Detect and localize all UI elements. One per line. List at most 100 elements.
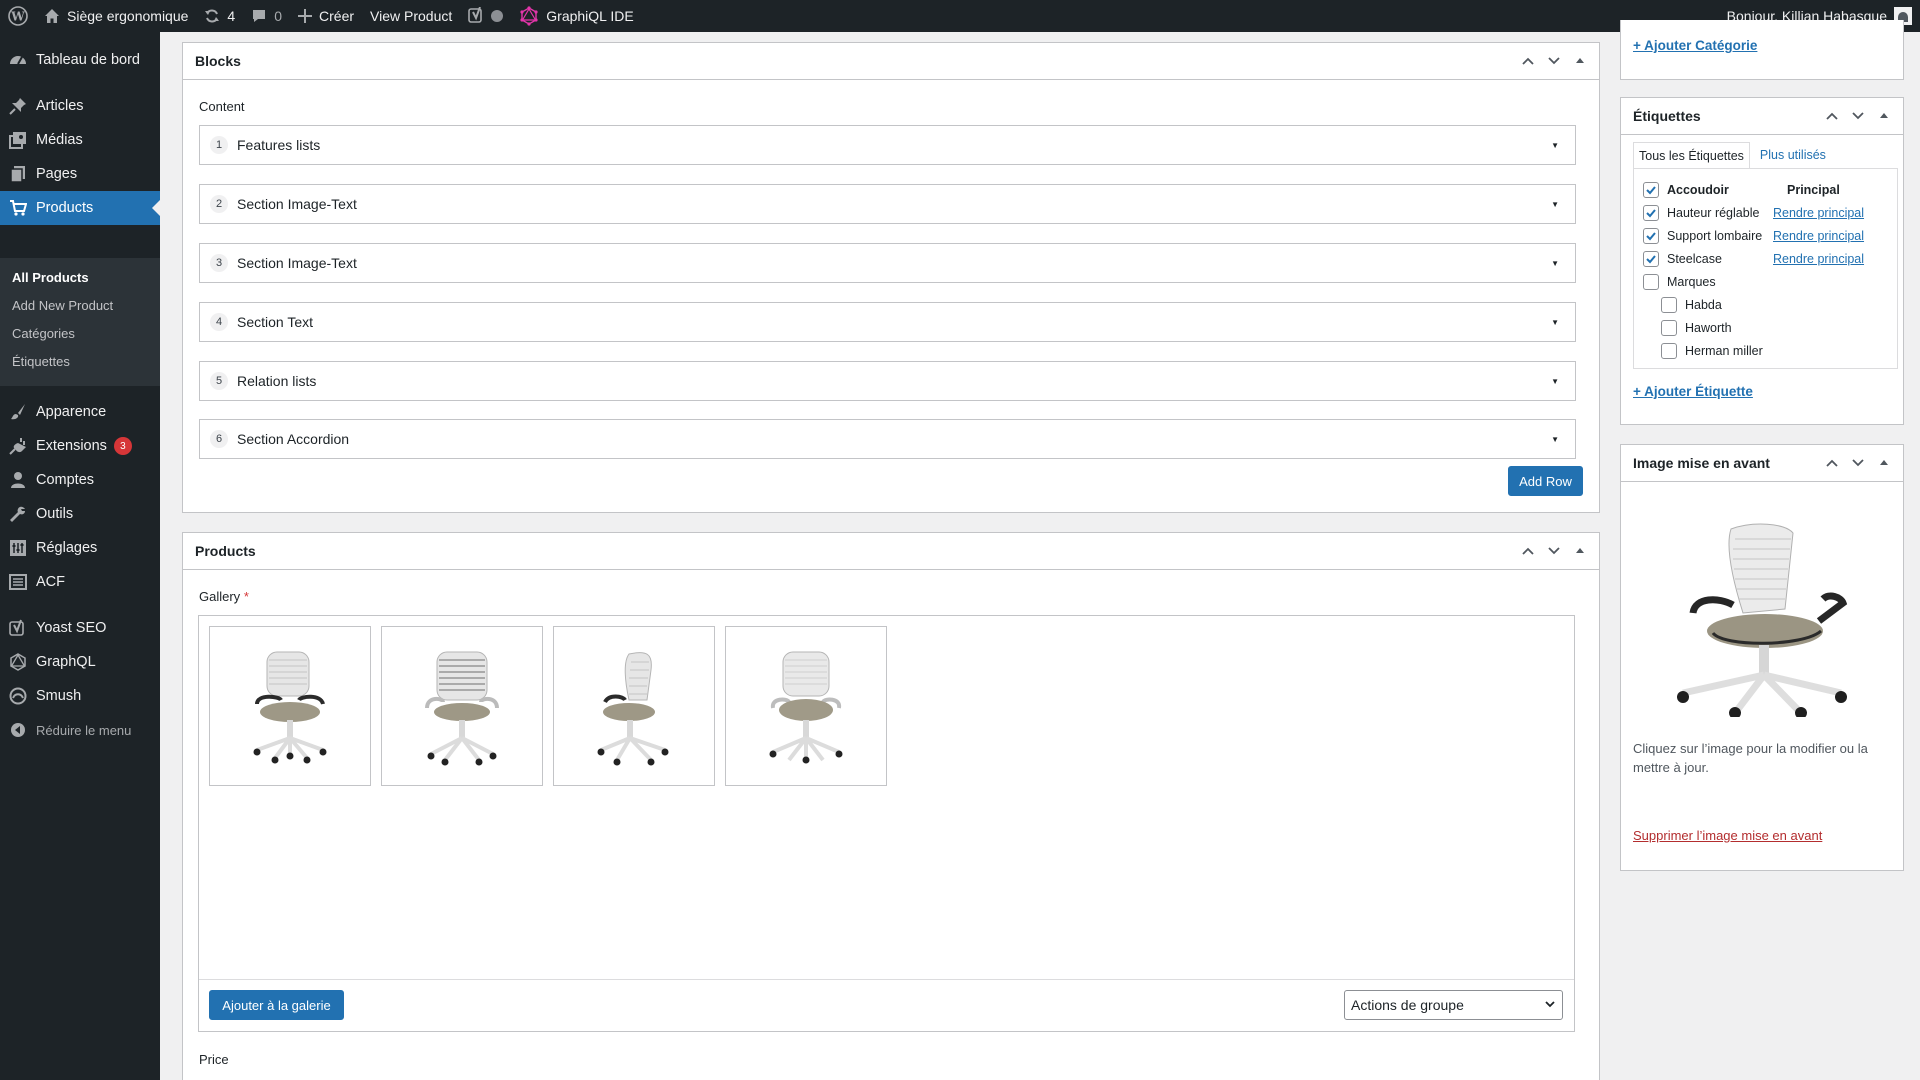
layout-row[interactable]: 5 Relation lists ▼: [199, 361, 1576, 401]
menu-smush[interactable]: Smush: [0, 679, 160, 713]
menu-appearance[interactable]: Apparence: [0, 395, 160, 429]
menu-graphql[interactable]: GraphQL: [0, 645, 160, 679]
yoast-icon: [0, 619, 36, 637]
layout-row[interactable]: 1 Features lists ▼: [199, 125, 1576, 165]
move-down-icon[interactable]: [1845, 450, 1871, 476]
move-up-icon[interactable]: [1819, 450, 1845, 476]
tab-all-tags[interactable]: Tous les Étiquettes: [1633, 142, 1750, 169]
layout-row[interactable]: 6 Section Accordion ▼: [199, 419, 1576, 459]
site-name-link[interactable]: Siège ergonomique: [36, 0, 196, 32]
brush-icon: [0, 403, 36, 421]
blocks-postbox: Blocks Content 1 Features lists ▼ 2 Sect…: [182, 42, 1600, 513]
tag-checkbox[interactable]: [1643, 274, 1659, 290]
make-primary-link[interactable]: Rendre principal: [1773, 206, 1864, 220]
yoast-menu[interactable]: [460, 0, 511, 32]
move-up-icon[interactable]: [1515, 48, 1541, 74]
add-category-link[interactable]: + Ajouter Catégorie: [1633, 38, 1757, 53]
make-primary-link[interactable]: Rendre principal: [1773, 229, 1864, 243]
gallery-field: Ajouter à la galerie Actions de groupe: [198, 615, 1575, 1032]
menu-tools[interactable]: Outils: [0, 497, 160, 531]
comments-link[interactable]: 0: [243, 0, 290, 32]
view-product-link[interactable]: View Product: [362, 0, 460, 32]
tags-header: Étiquettes: [1621, 98, 1903, 135]
menu-plugins[interactable]: Extensions 3: [0, 429, 160, 463]
gallery-image[interactable]: [381, 626, 543, 786]
caret-down-icon[interactable]: ▼: [1551, 200, 1559, 209]
products-header: Products: [183, 533, 1599, 570]
row-label: Section Image-Text: [237, 196, 357, 212]
menu-dashboard[interactable]: Tableau de bord: [0, 43, 160, 77]
tag-checkbox[interactable]: [1643, 182, 1659, 198]
tag-checkbox[interactable]: [1643, 251, 1659, 267]
tag-checkbox[interactable]: [1643, 205, 1659, 221]
move-down-icon[interactable]: [1541, 48, 1567, 74]
layout-row[interactable]: 3 Section Image-Text ▼: [199, 243, 1576, 283]
menu-posts[interactable]: Articles: [0, 89, 160, 123]
menu-media[interactable]: Médias: [0, 123, 160, 157]
settings-icon: [0, 539, 36, 557]
add-tag-link[interactable]: + Ajouter Étiquette: [1633, 384, 1753, 399]
user-icon: [0, 471, 36, 489]
dashboard-icon: [0, 51, 36, 69]
tags-tabs: Tous les Étiquettes Plus utilisés: [1633, 142, 1831, 169]
move-up-icon[interactable]: [1515, 538, 1541, 564]
caret-down-icon[interactable]: ▼: [1551, 259, 1559, 268]
submenu-add-new-product[interactable]: Add New Product: [12, 298, 113, 313]
add-to-gallery-button[interactable]: Ajouter à la galerie: [209, 990, 344, 1020]
wordpress-logo-icon[interactable]: W: [0, 0, 36, 32]
menu-settings[interactable]: Réglages: [0, 531, 160, 565]
row-label: Section Text: [237, 314, 314, 330]
svg-text:W: W: [10, 10, 25, 24]
caret-down-icon[interactable]: ▼: [1551, 141, 1559, 150]
featured-image[interactable]: [1653, 517, 1873, 719]
new-content-link[interactable]: Créer: [290, 0, 362, 32]
layout-row[interactable]: 2 Section Image-Text ▼: [199, 184, 1576, 224]
comment-icon: [251, 8, 267, 24]
collapse-toggle-icon[interactable]: [1871, 450, 1897, 476]
updates-count: 4: [227, 8, 236, 24]
cart-icon: [0, 199, 36, 217]
caret-down-icon[interactable]: ▼: [1551, 377, 1559, 386]
plus-icon: [298, 9, 313, 23]
site-name: Siège ergonomique: [67, 8, 189, 24]
home-icon: [44, 8, 60, 24]
caret-down-icon[interactable]: ▼: [1551, 435, 1559, 444]
make-primary-link[interactable]: Rendre principal: [1773, 252, 1864, 266]
gallery-image[interactable]: [725, 626, 887, 786]
move-up-icon[interactable]: [1819, 103, 1845, 129]
tag-item: Habda: [1661, 294, 1897, 316]
menu-pages[interactable]: Pages: [0, 157, 160, 191]
collapse-menu-button[interactable]: Réduire le menu: [0, 713, 160, 747]
submenu-tags[interactable]: Étiquettes: [12, 354, 70, 369]
submenu-all-products[interactable]: All Products: [12, 270, 89, 285]
submenu-categories[interactable]: Catégories: [12, 326, 75, 341]
menu-products[interactable]: Products: [0, 191, 160, 225]
content-label: Content: [199, 99, 245, 114]
collapse-toggle-icon[interactable]: [1567, 538, 1593, 564]
chevron-down-icon: [1544, 997, 1556, 1013]
move-down-icon[interactable]: [1541, 538, 1567, 564]
move-down-icon[interactable]: [1845, 103, 1871, 129]
tag-checkbox[interactable]: [1661, 343, 1677, 359]
tab-most-used[interactable]: Plus utilisés: [1750, 142, 1831, 169]
tag-checkbox[interactable]: [1661, 297, 1677, 313]
caret-down-icon[interactable]: ▼: [1551, 318, 1559, 327]
menu-acf[interactable]: ACF: [0, 565, 160, 599]
add-row-button[interactable]: Add Row: [1508, 466, 1583, 496]
gallery-image[interactable]: [553, 626, 715, 786]
layout-row[interactable]: 4 Section Text ▼: [199, 302, 1576, 342]
products-submenu: All Products Add New Product Catégories …: [0, 258, 160, 386]
remove-featured-image-link[interactable]: Supprimer l’image mise en avant: [1633, 828, 1822, 843]
tag-checkbox[interactable]: [1661, 320, 1677, 336]
collapse-toggle-icon[interactable]: [1871, 103, 1897, 129]
menu-users[interactable]: Comptes: [0, 463, 160, 497]
gallery-image[interactable]: [209, 626, 371, 786]
tag-item: Support lombaire Rendre principal: [1643, 225, 1897, 247]
updates-link[interactable]: 4: [196, 0, 243, 32]
bulk-actions-select[interactable]: Actions de groupe: [1344, 990, 1563, 1020]
menu-yoast-seo[interactable]: Yoast SEO: [0, 611, 160, 645]
tag-item: Hauteur réglable Rendre principal: [1643, 202, 1897, 224]
graphiql-ide-link[interactable]: GraphiQL IDE: [511, 0, 641, 32]
collapse-toggle-icon[interactable]: [1567, 48, 1593, 74]
tag-checkbox[interactable]: [1643, 228, 1659, 244]
